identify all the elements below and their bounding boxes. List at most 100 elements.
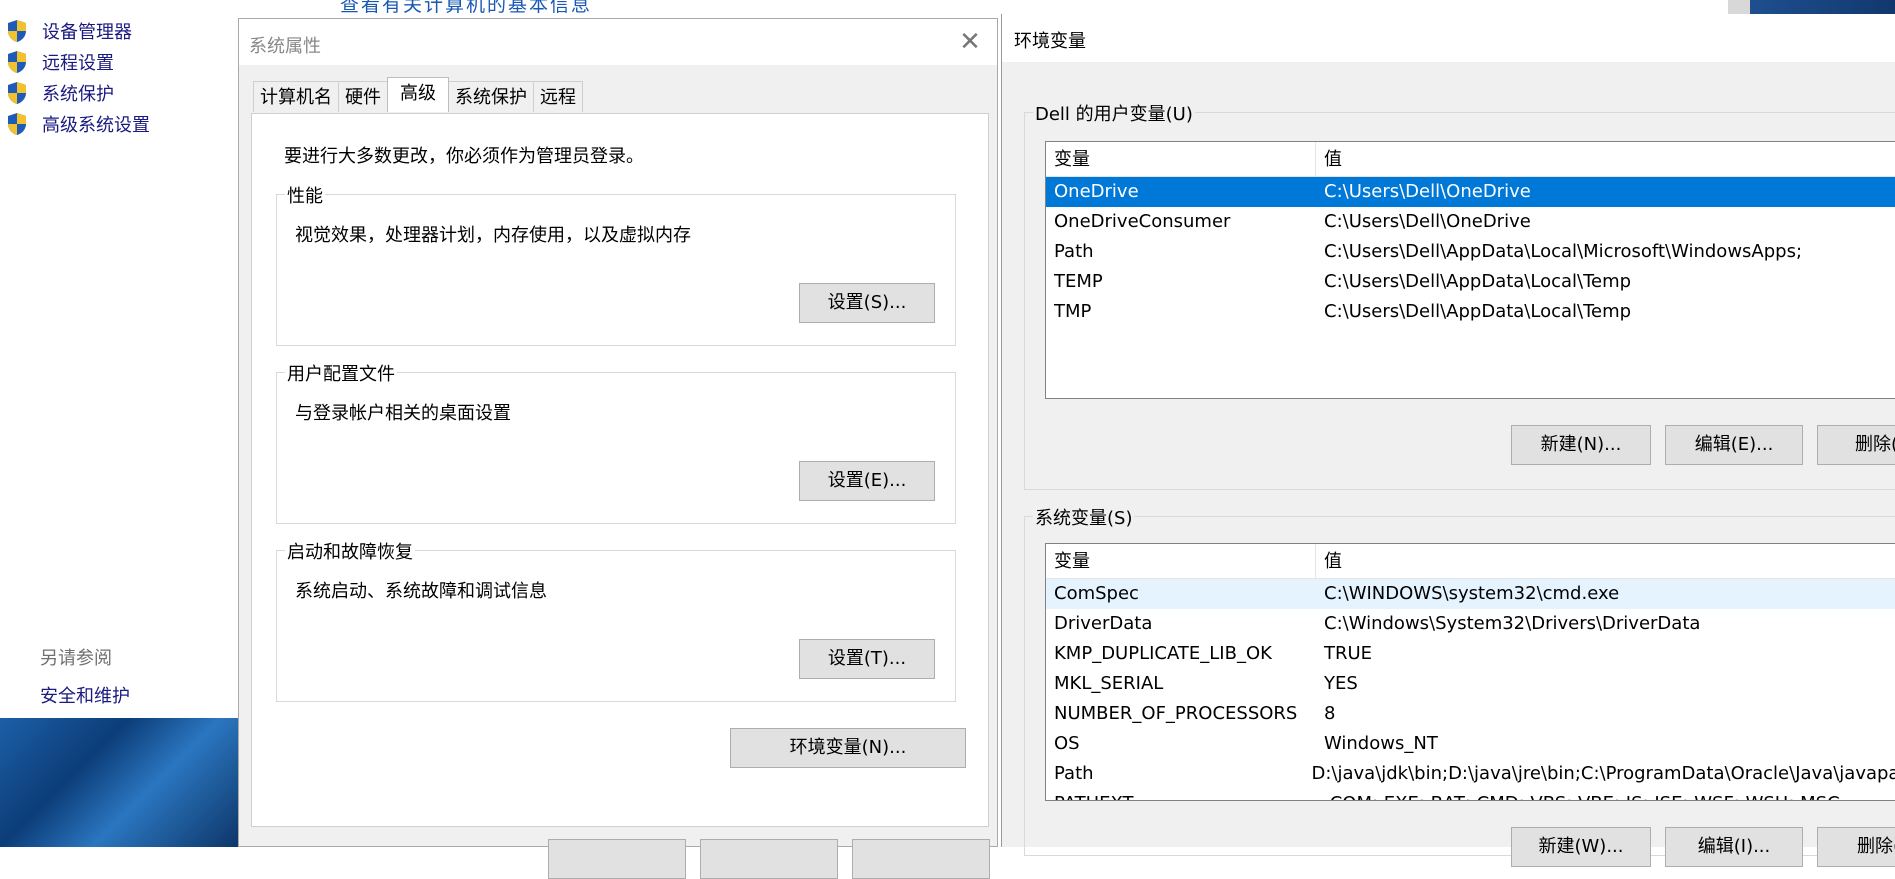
column-header-value[interactable]: 值 — [1316, 544, 1342, 578]
tab-computer-name[interactable]: 计算机名 — [253, 81, 339, 112]
table-row[interactable]: PATHEXT .COM;.EXE;.BAT;.CMD;.VBS;.VBE;.J… — [1046, 789, 1895, 800]
user-edit-button[interactable]: 编辑(E)... — [1665, 425, 1803, 465]
variable-value: .COM;.EXE;.BAT;.CMD;.VBS;.VBE;.JS;.JSE;.… — [1316, 789, 1840, 800]
remote-settings-link[interactable]: 远程设置 — [6, 49, 114, 75]
advanced-system-settings-link[interactable]: 高级系统设置 — [6, 111, 150, 137]
see-also-heading: 另请参阅 — [40, 648, 112, 669]
variable-name: TEMP — [1054, 271, 1103, 292]
performance-title: 性能 — [285, 182, 325, 208]
admin-note: 要进行大多数更改，你必须作为管理员登录。 — [284, 146, 644, 167]
startup-recovery-title: 启动和故障恢复 — [285, 538, 415, 564]
user-delete-button[interactable]: 删除(D) — [1817, 425, 1895, 465]
variable-value: C:\Users\Dell\OneDrive — [1324, 211, 1531, 232]
table-header: 变量 值 — [1046, 544, 1895, 579]
uac-shield-icon — [8, 20, 26, 42]
tab-strip: 计算机名 硬件 高级 系统保护 远程 — [253, 77, 583, 112]
system-new-button[interactable]: 新建(W)... — [1511, 827, 1651, 867]
table-row[interactable]: NUMBER_OF_PROCESSORS 8 — [1046, 699, 1895, 729]
user-profiles-desc: 与登录帐户相关的桌面设置 — [295, 403, 511, 424]
environment-variables-titlebar[interactable]: 环境变量 — [1002, 14, 1895, 62]
table-row[interactable]: OS Windows_NT — [1046, 729, 1895, 759]
column-header-name[interactable]: 变量 — [1046, 142, 1316, 176]
background-window-edge — [1728, 0, 1750, 14]
device-manager-link[interactable]: 设备管理器 — [6, 18, 132, 44]
system-properties-title: 系统属性 — [249, 36, 321, 57]
variable-name: NUMBER_OF_PROCESSORS — [1054, 703, 1298, 724]
table-row[interactable]: OneDrive C:\Users\Dell\OneDrive — [1046, 177, 1895, 207]
performance-settings-button[interactable]: 设置(S)... — [799, 283, 935, 323]
system-edit-button[interactable]: 编辑(I)... — [1665, 827, 1803, 867]
system-properties-dialog: 系统属性 ✕ 计算机名 硬件 高级 系统保护 远程 要进行大多数更改，你必须作为… — [238, 18, 998, 879]
close-icon[interactable]: ✕ — [957, 29, 983, 55]
user-variables-group: Dell 的用户变量(U) 变量 值 OneDrive C:\Users\Del… — [1024, 100, 1895, 490]
ok-button[interactable] — [548, 839, 686, 879]
variable-value: YES — [1324, 673, 1358, 694]
variable-value: C:\Users\Dell\OneDrive — [1324, 181, 1531, 202]
tab-remote[interactable]: 远程 — [533, 81, 583, 112]
table-row[interactable]: Path D:\java\jdk\bin;D:\java\jre\bin;C:\… — [1046, 759, 1895, 789]
table-row[interactable]: Path C:\Users\Dell\AppData\Local\Microso… — [1046, 237, 1895, 267]
variable-name: MKL_SERIAL — [1054, 673, 1164, 694]
system-delete-button[interactable]: 删除(L) — [1817, 827, 1895, 867]
device-manager-label: 设备管理器 — [42, 22, 132, 43]
system-properties-titlebar[interactable]: 系统属性 ✕ — [239, 19, 997, 65]
table-row[interactable]: TEMP C:\Users\Dell\AppData\Local\Temp — [1046, 267, 1895, 297]
variable-name: TMP — [1054, 301, 1092, 322]
variable-value: TRUE — [1324, 643, 1373, 664]
variable-name: Path — [1054, 763, 1094, 784]
variable-name: OS — [1054, 733, 1080, 754]
desktop-wallpaper — [0, 718, 240, 847]
variable-value: D:\java\jdk\bin;D:\java\jre\bin;C:\Progr… — [1311, 763, 1895, 784]
performance-group: 性能 视觉效果，处理器计划，内存使用，以及虚拟内存 设置(S)... — [276, 182, 956, 346]
remote-settings-label: 远程设置 — [42, 53, 114, 74]
table-row[interactable]: DriverData C:\Windows\System32\Drivers\D… — [1046, 609, 1895, 639]
tab-system-protection[interactable]: 系统保护 — [448, 81, 534, 112]
startup-recovery-group: 启动和故障恢复 系统启动、系统故障和调试信息 设置(T)... — [276, 538, 956, 702]
table-row[interactable]: ComSpec C:\WINDOWS\system32\cmd.exe — [1046, 579, 1895, 609]
advanced-tab-panel: 要进行大多数更改，你必须作为管理员登录。 性能 视觉效果，处理器计划，内存使用，… — [251, 113, 989, 827]
tab-advanced[interactable]: 高级 — [387, 77, 449, 112]
variable-value: C:\Users\Dell\AppData\Local\Microsoft\Wi… — [1324, 241, 1803, 262]
user-profiles-title: 用户配置文件 — [285, 360, 397, 386]
variable-value: 8 — [1324, 703, 1336, 724]
column-header-value[interactable]: 值 — [1316, 142, 1342, 176]
variable-value: C:\Users\Dell\AppData\Local\Temp — [1324, 271, 1632, 292]
performance-desc: 视觉效果，处理器计划，内存使用，以及虚拟内存 — [295, 225, 691, 246]
system-variables-group: 系统变量(S) 变量 值 ComSpec C:\WINDOWS\system32… — [1024, 504, 1895, 867]
control-panel-left-pane: 设备管理器 远程设置 系统保护 高级系统设置 另请参阅 安全和维护 — [0, 18, 240, 718]
column-header-name[interactable]: 变量 — [1046, 544, 1316, 578]
user-new-button[interactable]: 新建(N)... — [1511, 425, 1651, 465]
variable-name: KMP_DUPLICATE_LIB_OK — [1054, 643, 1272, 664]
variable-value: C:\WINDOWS\system32\cmd.exe — [1324, 583, 1620, 604]
environment-variables-button[interactable]: 环境变量(N)... — [730, 728, 966, 768]
table-row[interactable]: TMP C:\Users\Dell\AppData\Local\Temp — [1046, 297, 1895, 327]
variable-name: Path — [1054, 241, 1094, 262]
variable-value: Windows_NT — [1324, 733, 1438, 754]
system-variables-title: 系统变量(S) — [1033, 504, 1135, 530]
cancel-button[interactable] — [700, 839, 838, 879]
startup-recovery-settings-button[interactable]: 设置(T)... — [799, 639, 935, 679]
startup-recovery-desc: 系统启动、系统故障和调试信息 — [295, 581, 547, 602]
apply-button[interactable] — [852, 839, 990, 879]
user-profiles-settings-button[interactable]: 设置(E)... — [799, 461, 935, 501]
uac-shield-icon — [8, 51, 26, 73]
user-profiles-group: 用户配置文件 与登录帐户相关的桌面设置 设置(E)... — [276, 360, 956, 524]
environment-variables-title: 环境变量 — [1014, 31, 1086, 52]
table-row[interactable]: KMP_DUPLICATE_LIB_OK TRUE — [1046, 639, 1895, 669]
tab-hardware[interactable]: 硬件 — [338, 81, 388, 112]
variable-name: OneDrive — [1054, 181, 1139, 202]
table-header: 变量 值 — [1046, 142, 1895, 177]
variable-name: ComSpec — [1054, 583, 1139, 604]
variable-name: PATHEXT — [1046, 789, 1316, 800]
security-maintenance-link[interactable]: 安全和维护 — [40, 682, 130, 708]
table-row[interactable]: OneDriveConsumer C:\Users\Dell\OneDrive — [1046, 207, 1895, 237]
environment-variables-dialog: 环境变量 Dell 的用户变量(U) 变量 值 OneDrive C:\User… — [1001, 14, 1895, 867]
uac-shield-icon — [8, 113, 26, 135]
table-row[interactable]: MKL_SERIAL YES — [1046, 669, 1895, 699]
system-protection-link[interactable]: 系统保护 — [6, 80, 114, 106]
system-variables-table: 变量 值 ComSpec C:\WINDOWS\system32\cmd.exe… — [1045, 543, 1895, 801]
variable-name: OneDriveConsumer — [1054, 211, 1231, 232]
variable-name: DriverData — [1054, 613, 1153, 634]
partial-top-link[interactable]: 查看有关计算机的基本信息 — [340, 0, 592, 17]
user-variables-table: 变量 值 OneDrive C:\Users\Dell\OneDrive One… — [1045, 141, 1895, 399]
